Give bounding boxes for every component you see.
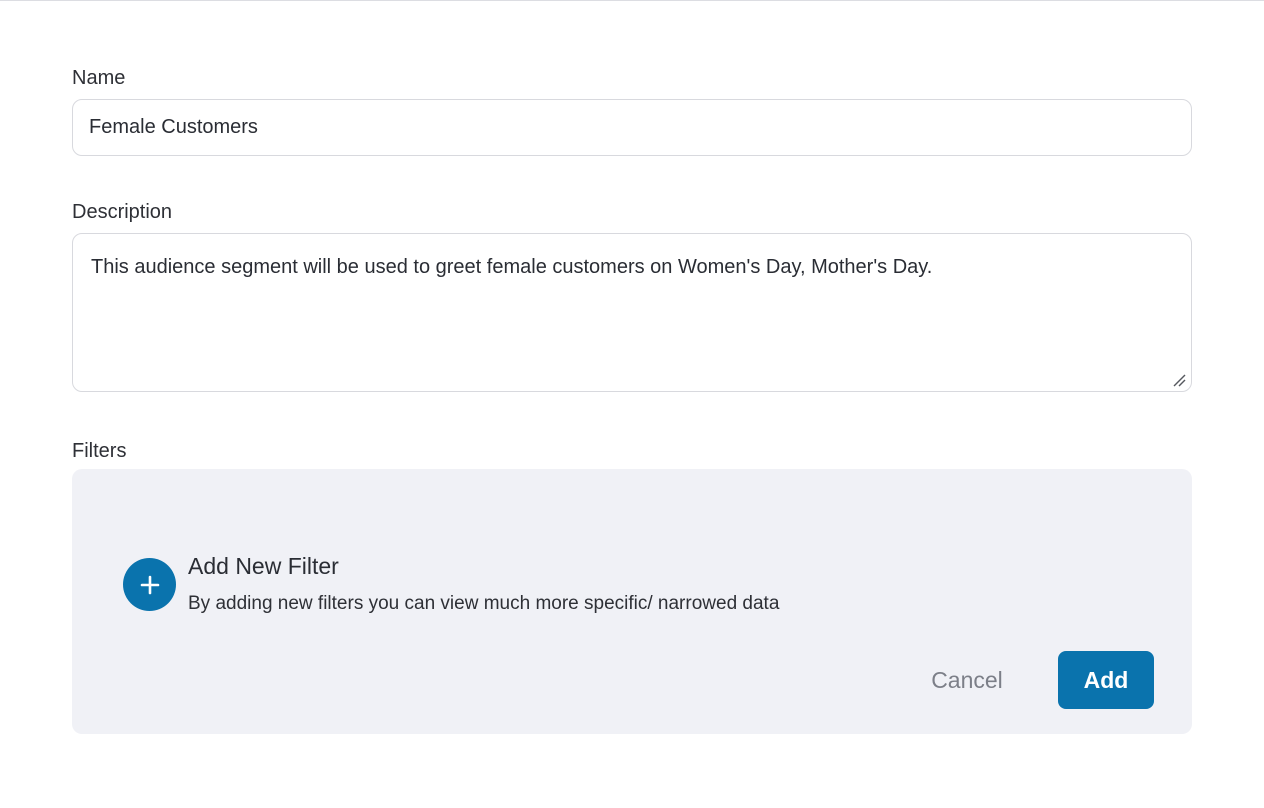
add-filter-title: Add New Filter [188, 553, 339, 579]
name-label: Name [72, 67, 126, 89]
add-filter-button[interactable] [123, 558, 176, 611]
description-textarea[interactable]: This audience segment will be used to gr… [72, 233, 1192, 392]
plus-icon [140, 575, 159, 594]
cancel-button[interactable]: Cancel [912, 651, 1022, 709]
description-label: Description [72, 201, 173, 223]
add-filter-subtitle: By adding new filters you can view much … [188, 593, 780, 614]
name-input[interactable] [72, 99, 1192, 156]
resize-handle-icon[interactable] [1172, 373, 1186, 387]
filters-label: Filters [72, 440, 127, 462]
add-button[interactable]: Add [1058, 651, 1154, 709]
filters-panel: Add New Filter By adding new filters you… [72, 469, 1192, 734]
top-divider [0, 0, 1264, 1]
